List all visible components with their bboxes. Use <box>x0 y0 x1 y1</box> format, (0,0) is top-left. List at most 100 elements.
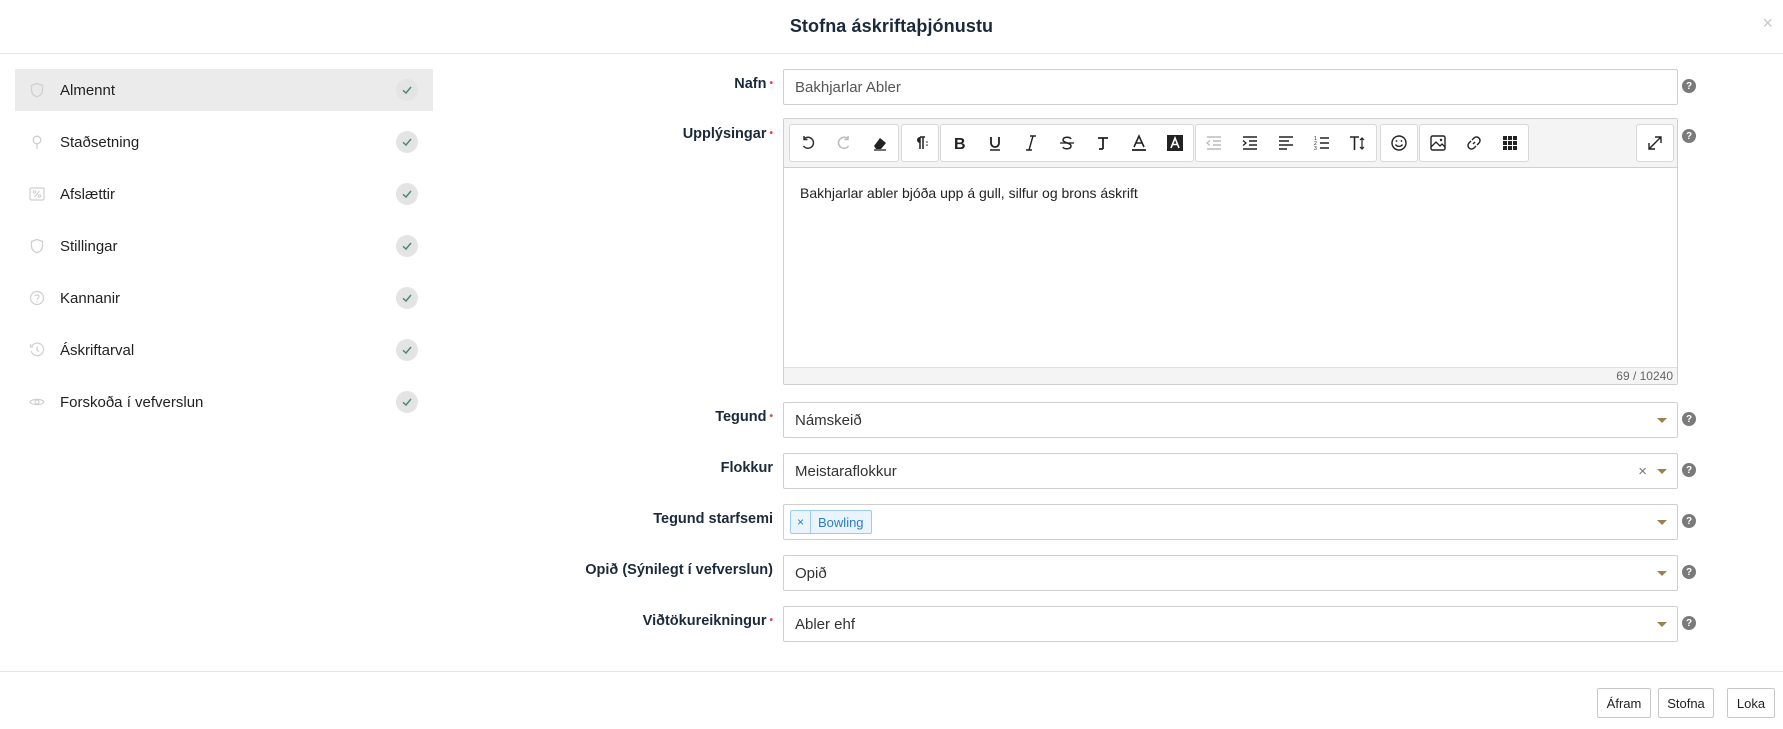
paragraph-group <box>901 124 939 162</box>
ordered-list-icon[interactable]: 123 <box>1304 125 1340 161</box>
fullscreen-icon[interactable] <box>1637 125 1673 161</box>
type-label: Tegund • <box>715 409 773 425</box>
name-input[interactable]: Bakhjarlar Abler <box>783 69 1678 105</box>
editor-toolbar: B 123 <box>784 119 1677 168</box>
required-indicator: • <box>769 78 773 89</box>
svg-text:B: B <box>954 136 966 152</box>
open-select-value: Opið <box>795 564 827 582</box>
sidebar-item-label: Kannanir <box>60 289 121 307</box>
required-indicator: • <box>769 128 773 139</box>
indent-icon[interactable] <box>1232 125 1268 161</box>
insert-group <box>1380 124 1418 162</box>
clear-icon[interactable]: × <box>1638 463 1647 480</box>
sidebar-item-label: Staðsetning <box>60 133 140 151</box>
sidebar-item-stillingar[interactable]: Stillingar <box>15 225 433 267</box>
sidebar-item-kannanir[interactable]: Kannanir <box>15 277 433 319</box>
next-button[interactable]: Áfram <box>1597 688 1651 718</box>
category-label: Flokkur <box>720 460 773 476</box>
help-icon[interactable]: ? <box>1682 514 1696 528</box>
sidebar-item-label: Almennt <box>60 81 116 99</box>
clock-refresh-icon <box>28 341 46 359</box>
character-counter: 69 / 10240 <box>784 367 1677 384</box>
strikethrough-icon[interactable] <box>1049 125 1085 161</box>
required-indicator: • <box>769 411 773 422</box>
rich-text-editor: B 123 Bakhjarlar abler bjóða upp á gull,… <box>783 118 1678 385</box>
svg-text:3: 3 <box>1314 146 1317 152</box>
help-icon[interactable]: ? <box>1682 79 1696 93</box>
font-size-icon[interactable] <box>1340 125 1376 161</box>
editor-content[interactable]: Bakhjarlar abler bjóða upp á gull, silfu… <box>784 168 1677 368</box>
history-group <box>789 124 899 162</box>
account-select[interactable]: Abler ehf <box>783 606 1678 642</box>
check-icon <box>396 339 418 361</box>
activity-type-label: Tegund starfsemi <box>653 511 773 527</box>
open-select[interactable]: Opið <box>783 555 1678 591</box>
sidebar-item-afslaettir[interactable]: Afslættir <box>15 173 433 215</box>
chevron-down-icon <box>1657 622 1667 627</box>
open-label: Opið (Sýnilegt í vefverslun) <box>585 562 773 578</box>
paragraph-icon[interactable] <box>902 125 938 161</box>
text-color-icon[interactable] <box>1121 125 1157 161</box>
format-group: B <box>940 124 1194 162</box>
create-button[interactable]: Stofna <box>1658 688 1714 718</box>
dialog-title: Stofna áskriftaþjónustu <box>789 16 994 36</box>
account-label: Viðtökureikningur • <box>642 613 773 629</box>
info-label: Upplýsingar • <box>682 126 773 142</box>
help-icon[interactable]: ? <box>1682 463 1696 477</box>
clear-format-icon[interactable] <box>1085 125 1121 161</box>
sidebar-item-label: Afslættir <box>60 185 116 203</box>
dialog-footer: Áfram Stofna Loka <box>0 671 1783 729</box>
check-icon <box>396 391 418 413</box>
dialog-header: Stofna áskriftaþjónustu × <box>0 0 1783 54</box>
italic-icon[interactable] <box>1013 125 1049 161</box>
sidebar-item-label: Stillingar <box>60 237 118 255</box>
align-left-icon[interactable] <box>1268 125 1304 161</box>
link-icon[interactable] <box>1456 125 1492 161</box>
account-select-value: Abler ehf <box>795 615 856 633</box>
eye-icon <box>28 393 46 411</box>
bold-icon[interactable]: B <box>941 125 977 161</box>
sidebar-item-label: Áskriftarval <box>60 341 135 359</box>
eraser-icon[interactable] <box>862 125 898 161</box>
image-icon[interactable] <box>1420 125 1456 161</box>
shield-icon <box>28 237 46 255</box>
name-label: Nafn • <box>734 76 773 92</box>
chevron-down-icon <box>1657 520 1667 525</box>
question-icon <box>28 289 46 307</box>
undo-icon[interactable] <box>790 125 826 161</box>
redo-icon[interactable] <box>826 125 862 161</box>
sidebar-item-almennt[interactable]: Almennt <box>15 69 433 111</box>
help-icon[interactable]: ? <box>1682 565 1696 579</box>
chevron-down-icon <box>1657 469 1667 474</box>
percent-icon <box>28 185 46 203</box>
required-indicator: • <box>769 615 773 626</box>
check-icon <box>396 183 418 205</box>
table-icon[interactable] <box>1492 125 1528 161</box>
type-select-value: Námskeið <box>795 411 862 429</box>
help-icon[interactable]: ? <box>1682 129 1696 143</box>
close-button[interactable]: Loka <box>1727 688 1775 718</box>
shield-icon <box>28 81 46 99</box>
close-icon[interactable]: × <box>1762 14 1773 32</box>
remove-tag-icon[interactable]: × <box>791 511 812 533</box>
sidebar-item-label: Forskoða í vefverslun <box>60 393 204 411</box>
emoji-icon[interactable] <box>1381 125 1417 161</box>
help-icon[interactable]: ? <box>1682 412 1696 426</box>
map-pin-icon <box>28 133 46 151</box>
tag-label: Bowling <box>818 514 864 530</box>
sidebar: Almennt Staðsetning Afslættir Stillingar <box>15 69 433 433</box>
align-group: 123 <box>1195 124 1377 162</box>
activity-type-select[interactable]: × Bowling <box>783 504 1678 540</box>
help-icon[interactable]: ? <box>1682 616 1696 630</box>
category-select[interactable]: Meistaraflokkur × <box>783 453 1678 489</box>
sidebar-item-askriftarval[interactable]: Áskriftarval <box>15 329 433 371</box>
chevron-down-icon <box>1657 571 1667 576</box>
background-color-icon[interactable] <box>1157 125 1193 161</box>
sidebar-item-stadsetning[interactable]: Staðsetning <box>15 121 433 163</box>
outdent-icon[interactable] <box>1196 125 1232 161</box>
underline-icon[interactable] <box>977 125 1013 161</box>
type-select[interactable]: Námskeið <box>783 402 1678 438</box>
tag-chip: × Bowling <box>790 510 872 534</box>
fullscreen-group <box>1636 124 1674 162</box>
sidebar-item-forskoda[interactable]: Forskoða í vefverslun <box>15 381 433 423</box>
